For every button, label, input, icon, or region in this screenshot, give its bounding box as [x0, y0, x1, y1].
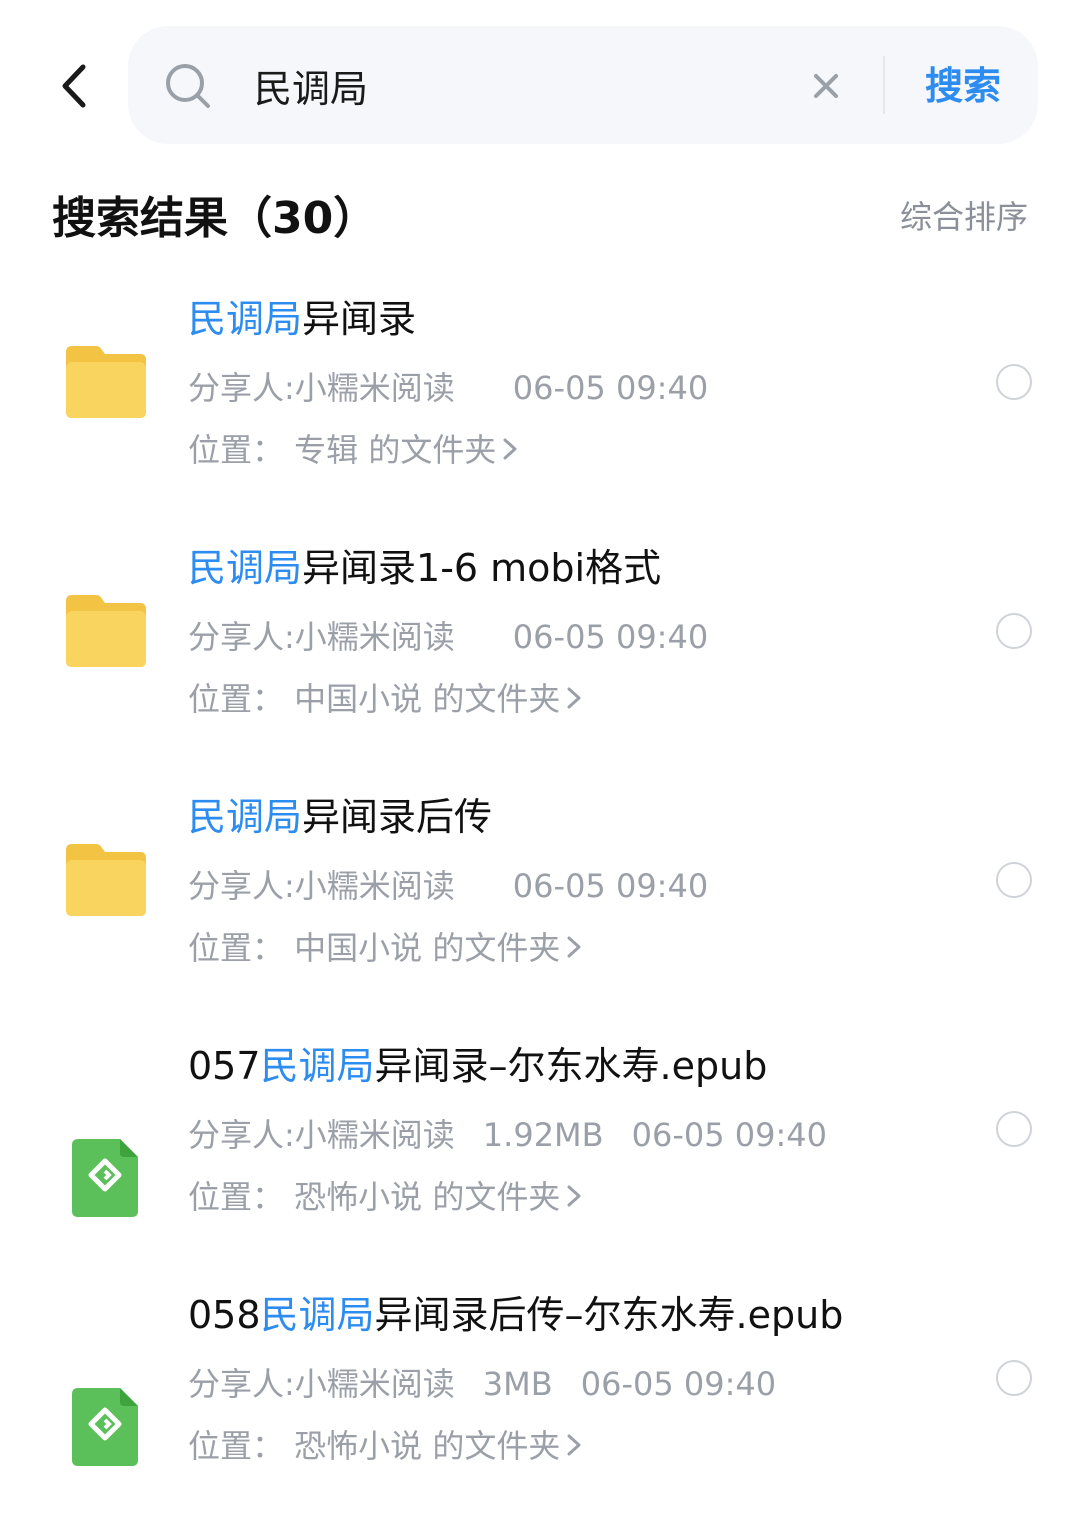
- item-time: 06-05 09:40: [512, 867, 709, 905]
- list-item[interactable]: 057民调局异闻录–尔东水寿.epub 分享人:小糯米阅读 1.92MB 06-05…: [0, 1027, 1080, 1276]
- select-radio[interactable]: [996, 1111, 1032, 1147]
- item-location[interactable]: 位置： 恐怖小说 的文件夹: [188, 1424, 948, 1468]
- results-list: 民调局异闻录 分享人:小糯米阅读 06-05 09:40 位置： 专辑 的文件夹 …: [0, 280, 1080, 1525]
- chevron-right-icon: [567, 936, 581, 958]
- item-location[interactable]: 位置： 恐怖小说 的文件夹: [188, 1175, 948, 1219]
- item-size: 3MB: [482, 1365, 553, 1403]
- item-location-text: 位置： 恐怖小说 的文件夹: [188, 1178, 561, 1216]
- item-name-suffix: 异闻录后传–尔东水寿.epub: [374, 1293, 844, 1337]
- item-name-prefix: 057: [188, 1044, 261, 1088]
- item-name: 058民调局异闻录后传–尔东水寿.epub: [188, 1290, 988, 1340]
- chevron-right-icon: [567, 687, 581, 709]
- item-name-suffix: 异闻录: [302, 297, 417, 341]
- close-icon: [814, 74, 838, 98]
- search-input[interactable]: [254, 54, 774, 116]
- item-meta: 分享人:小糯米阅读 06-05 09:40: [188, 615, 948, 659]
- search-icon: [166, 64, 210, 108]
- chevron-left-icon: [62, 64, 86, 108]
- epub-file-icon: [72, 1388, 138, 1466]
- item-size: 1.92MB: [482, 1116, 604, 1154]
- results-header: 搜索结果（30） 综合排序: [0, 170, 1080, 260]
- item-name-highlight: 民调局: [188, 795, 303, 839]
- item-location-text: 位置： 专辑 的文件夹: [188, 431, 497, 469]
- item-time: 06-05 09:40: [512, 618, 709, 656]
- list-item[interactable]: 民调局异闻录后传 分享人:小糯米阅读 06-05 09:40 位置： 中国小说 的…: [0, 778, 1080, 1027]
- item-sharer: 分享人:小糯米阅读: [188, 867, 455, 905]
- search-box[interactable]: 搜索: [128, 26, 1038, 144]
- top-bar: 搜索: [0, 0, 1080, 170]
- item-sharer: 分享人:小糯米阅读: [188, 618, 455, 656]
- chevron-right-icon: [503, 438, 517, 460]
- item-time: 06-05 09:40: [512, 369, 709, 407]
- clear-button[interactable]: [806, 66, 846, 106]
- back-button[interactable]: [44, 52, 104, 120]
- chevron-right-icon: [567, 1185, 581, 1207]
- search-button[interactable]: 搜索: [908, 56, 1018, 116]
- item-name-suffix: 异闻录后传: [302, 795, 493, 839]
- item-name: 民调局异闻录1-6 mobi格式: [188, 543, 988, 593]
- select-radio[interactable]: [996, 613, 1032, 649]
- item-name: 民调局异闻录后传: [188, 792, 988, 842]
- item-name-suffix: 异闻录–尔东水寿.epub: [374, 1044, 768, 1088]
- search-divider: [883, 56, 885, 114]
- list-item[interactable]: 民调局异闻录 分享人:小糯米阅读 06-05 09:40 位置： 专辑 的文件夹: [0, 280, 1080, 529]
- item-time: 06-05 09:40: [580, 1365, 777, 1403]
- item-location-text: 位置： 中国小说 的文件夹: [188, 929, 561, 967]
- item-sharer: 分享人:小糯米阅读: [188, 1365, 455, 1403]
- item-location-text: 位置： 恐怖小说 的文件夹: [188, 1427, 561, 1465]
- item-name-highlight: 民调局: [188, 297, 303, 341]
- item-name-prefix: 058: [188, 1293, 261, 1337]
- chevron-right-icon: [567, 1434, 581, 1456]
- item-location-text: 位置： 中国小说 的文件夹: [188, 680, 561, 718]
- sort-button[interactable]: 综合排序: [900, 192, 1028, 238]
- list-item[interactable]: 058民调局异闻录后传–尔东水寿.epub 分享人:小糯米阅读 3MB 06-05 …: [0, 1276, 1080, 1525]
- item-name-highlight: 民调局: [188, 546, 303, 590]
- item-meta: 分享人:小糯米阅读 06-05 09:40: [188, 366, 948, 410]
- list-item[interactable]: 民调局异闻录1-6 mobi格式 分享人:小糯米阅读 06-05 09:40 位置…: [0, 529, 1080, 778]
- item-location[interactable]: 位置： 中国小说 的文件夹: [188, 926, 948, 970]
- item-name: 民调局异闻录: [188, 294, 988, 344]
- item-location[interactable]: 位置： 专辑 的文件夹: [188, 428, 948, 472]
- item-name-highlight: 民调局: [260, 1293, 375, 1337]
- results-title: 搜索结果（30）: [52, 193, 378, 244]
- item-name-suffix: 异闻录1-6 mobi格式: [302, 546, 662, 590]
- item-meta: 分享人:小糯米阅读 3MB 06-05 09:40: [188, 1362, 948, 1406]
- epub-file-icon: [72, 1139, 138, 1217]
- folder-icon: [66, 844, 146, 916]
- item-meta: 分享人:小糯米阅读 06-05 09:40: [188, 864, 948, 908]
- item-sharer: 分享人:小糯米阅读: [188, 369, 455, 407]
- item-location[interactable]: 位置： 中国小说 的文件夹: [188, 677, 948, 721]
- item-time: 06-05 09:40: [631, 1116, 827, 1154]
- item-name: 057民调局异闻录–尔东水寿.epub: [188, 1041, 988, 1091]
- item-sharer: 分享人:小糯米阅读: [188, 1116, 455, 1154]
- item-name-highlight: 民调局: [260, 1044, 375, 1088]
- folder-icon: [66, 346, 146, 418]
- folder-icon: [66, 595, 146, 667]
- select-radio[interactable]: [996, 364, 1032, 400]
- select-radio[interactable]: [996, 862, 1032, 898]
- item-meta: 分享人:小糯米阅读 1.92MB 06-05 09:40: [188, 1113, 948, 1157]
- select-radio[interactable]: [996, 1360, 1032, 1396]
